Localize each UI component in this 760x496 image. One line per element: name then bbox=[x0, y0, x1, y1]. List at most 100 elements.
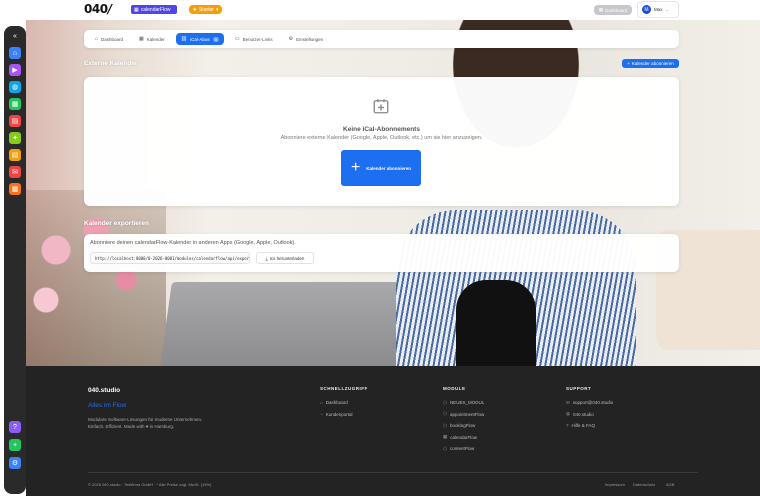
footer-link-module[interactable]: ⬡ contentFlow bbox=[443, 443, 484, 455]
user-name: Max bbox=[654, 7, 663, 12]
link-label: bookingFlow bbox=[449, 423, 476, 429]
footer-copyright: © 2026 040.studio · Testfirma GmbH · * A… bbox=[88, 482, 212, 487]
calendar-icon: ▦ bbox=[139, 36, 144, 42]
add-icon[interactable]: + bbox=[9, 439, 21, 451]
globe-icon[interactable]: ◍ bbox=[9, 81, 21, 93]
export-description: Abonniere deinen calendarFlow-Kalender i… bbox=[90, 240, 296, 246]
mail-icon[interactable]: ✉ bbox=[9, 166, 21, 178]
star-icon[interactable]: ✦ bbox=[9, 132, 21, 144]
footer-link-help[interactable]: ? Hilfe & FAQ bbox=[566, 420, 613, 432]
footer-link-module[interactable]: ⬡ appointmentFlow bbox=[443, 409, 484, 421]
collapse-icon[interactable]: « bbox=[9, 30, 21, 42]
plan-badge[interactable]: ★ Starter ▾ bbox=[189, 5, 222, 14]
footer-column-title: SCHNELLZUGRIFF bbox=[320, 386, 368, 391]
calendar-icon[interactable]: ▦ bbox=[9, 98, 21, 110]
dashboard-label: Dashboard bbox=[605, 7, 628, 13]
count-badge: 0 bbox=[212, 36, 219, 42]
tab-dashboard[interactable]: ⌂ Dashboard bbox=[90, 33, 128, 45]
app-switcher-button[interactable]: ▦ calendarFlow bbox=[131, 5, 177, 14]
footer-link-dashboard[interactable]: ⌂ Dashboard bbox=[320, 397, 368, 409]
home-icon[interactable]: ⌂ bbox=[9, 47, 21, 59]
star-icon: ★ bbox=[192, 6, 197, 13]
footer-column-title: MODULE bbox=[443, 386, 466, 391]
logo[interactable]: 040/ bbox=[84, 2, 112, 16]
empty-state-title: Keine iCal-Abonnements bbox=[343, 126, 420, 133]
footer-description-line: Modulare Software-Lösungen für moderne U… bbox=[88, 417, 203, 422]
section-title-subscriptions: Externe Kalender bbox=[84, 60, 138, 67]
empty-state-description: Abonniere externe Kalender (Google, Appl… bbox=[280, 135, 483, 141]
user-link-icon: ▭ bbox=[234, 36, 240, 42]
chevron-down-icon: ▾ bbox=[215, 6, 219, 13]
tab-user-links[interactable]: ▭ Benutzer-Links bbox=[230, 33, 278, 45]
empty-state-card: Keine iCal-Abonnements Abonniere externe… bbox=[84, 77, 679, 206]
calendar-flow-icon[interactable]: ▦ bbox=[9, 183, 21, 195]
footer-link-support-email[interactable]: ✉ support@040.studio bbox=[566, 397, 613, 409]
link-label: calendarFlow bbox=[450, 434, 478, 440]
module-icon: ⬡ bbox=[443, 399, 447, 405]
footer-link-terms[interactable]: AGB bbox=[666, 482, 674, 487]
subscribe-calendar-button[interactable]: + Kalender abonnieren bbox=[622, 59, 679, 68]
link-label: support@040.studio bbox=[572, 400, 614, 406]
footer-support: SUPPORT ✉ support@040.studio ◍ 040.studio … bbox=[566, 386, 613, 432]
gear-icon: ⚙ bbox=[288, 36, 294, 42]
settings-icon[interactable]: ⚙ bbox=[9, 457, 21, 469]
footer-tagline: Alles im Flow bbox=[88, 402, 127, 409]
background-photo-laptop bbox=[160, 282, 422, 366]
link-label: 040.studio bbox=[572, 411, 594, 417]
calendar-plus-icon bbox=[373, 99, 389, 114]
footer-link-imprint[interactable]: Impressum bbox=[605, 482, 625, 487]
user-menu[interactable]: M Max ⌄ bbox=[637, 1, 679, 18]
button-label: Kalender abonnieren bbox=[366, 165, 412, 171]
footer-modules: MODULE ⬡ NEUES_MODUL ⬡ appointmentFlow ⬡ bo… bbox=[443, 386, 484, 455]
tab-ical-subscriptions[interactable]: ⛓ iCal-Abos 0 bbox=[175, 33, 224, 45]
export-url-field[interactable]: http://localhost:8000/0-2026-0001/module… bbox=[90, 252, 250, 264]
export-card: Abonniere deinen calendarFlow-Kalender i… bbox=[84, 234, 679, 272]
button-label: Kalender abonnieren bbox=[631, 61, 674, 66]
footer-brand: 040.studio bbox=[88, 387, 121, 394]
footer-column-title: SUPPORT bbox=[566, 386, 592, 391]
dashboard-button[interactable]: ▦ Dashboard bbox=[594, 5, 632, 15]
note-icon[interactable]: ▤ bbox=[9, 149, 21, 161]
button-label: Ics herunterladen bbox=[269, 255, 305, 261]
help-icon[interactable]: ? bbox=[9, 421, 21, 433]
home-icon: ⌂ bbox=[95, 36, 99, 42]
module-nav: ⌂ Dashboard ▦ Kalender ⛓ iCal-Abos 0 ▭ B… bbox=[84, 30, 679, 48]
booking-icon[interactable]: ▤ bbox=[9, 115, 21, 127]
user-icon: ◔ bbox=[320, 411, 323, 417]
plan-label: Starter bbox=[198, 6, 214, 13]
home-icon: ⌂ bbox=[320, 400, 323, 406]
tab-label: Einstellungen bbox=[296, 36, 324, 42]
link-label: Dashboard bbox=[325, 400, 348, 406]
calendar-icon: ▦ bbox=[134, 6, 139, 13]
link-icon: ⛓ bbox=[180, 36, 188, 42]
module-icon: ⬡ bbox=[443, 411, 447, 417]
tab-calendar[interactable]: ▦ Kalender bbox=[134, 33, 170, 45]
help-icon: ? bbox=[566, 423, 569, 429]
link-label: appointmentFlow bbox=[449, 411, 485, 417]
footer-link-privacy[interactable]: Datenschutz bbox=[633, 482, 655, 487]
footer: 040.studio Alles im Flow Modulare Softwa… bbox=[26, 366, 760, 496]
chevron-down-icon: ⌄ bbox=[665, 7, 669, 12]
tab-label: Kalender bbox=[146, 36, 165, 42]
footer-link-customer-portal[interactable]: ◔ Kundenportal bbox=[320, 409, 368, 421]
avatar: M bbox=[642, 5, 651, 14]
footer-link-website[interactable]: ◍ 040.studio bbox=[566, 409, 613, 421]
background-photo-top bbox=[456, 280, 536, 366]
tab-settings[interactable]: ⚙ Einstellungen bbox=[284, 33, 329, 45]
link-label: NEUES_MODUL bbox=[449, 400, 485, 406]
module-icon: ⬡ bbox=[443, 445, 447, 451]
tab-label: iCal-Abos bbox=[190, 36, 210, 42]
footer-quick-links: SCHNELLZUGRIFF ⌂ Dashboard ◔ Kundenportal bbox=[320, 386, 368, 420]
tab-label: Dashboard bbox=[101, 36, 124, 42]
plus-icon: + bbox=[350, 159, 361, 176]
footer-description: Modulare Software-Lösungen für moderne U… bbox=[88, 416, 228, 430]
download-ics-button[interactable]: ⤓ Ics herunterladen bbox=[256, 252, 314, 264]
empty-subscribe-button[interactable]: + Kalender abonnieren bbox=[341, 150, 421, 186]
footer-link-module[interactable]: ⬡ NEUES_MODUL bbox=[443, 397, 484, 409]
mail-icon: ✉ bbox=[566, 399, 570, 405]
plus-icon: + bbox=[627, 61, 630, 66]
grid-icon: ▦ bbox=[598, 7, 604, 12]
footer-link-module[interactable]: ▦ calendarFlow bbox=[443, 432, 484, 444]
video-icon[interactable]: ▶ bbox=[9, 64, 21, 76]
footer-link-module[interactable]: ⬡ bookingFlow bbox=[443, 420, 484, 432]
